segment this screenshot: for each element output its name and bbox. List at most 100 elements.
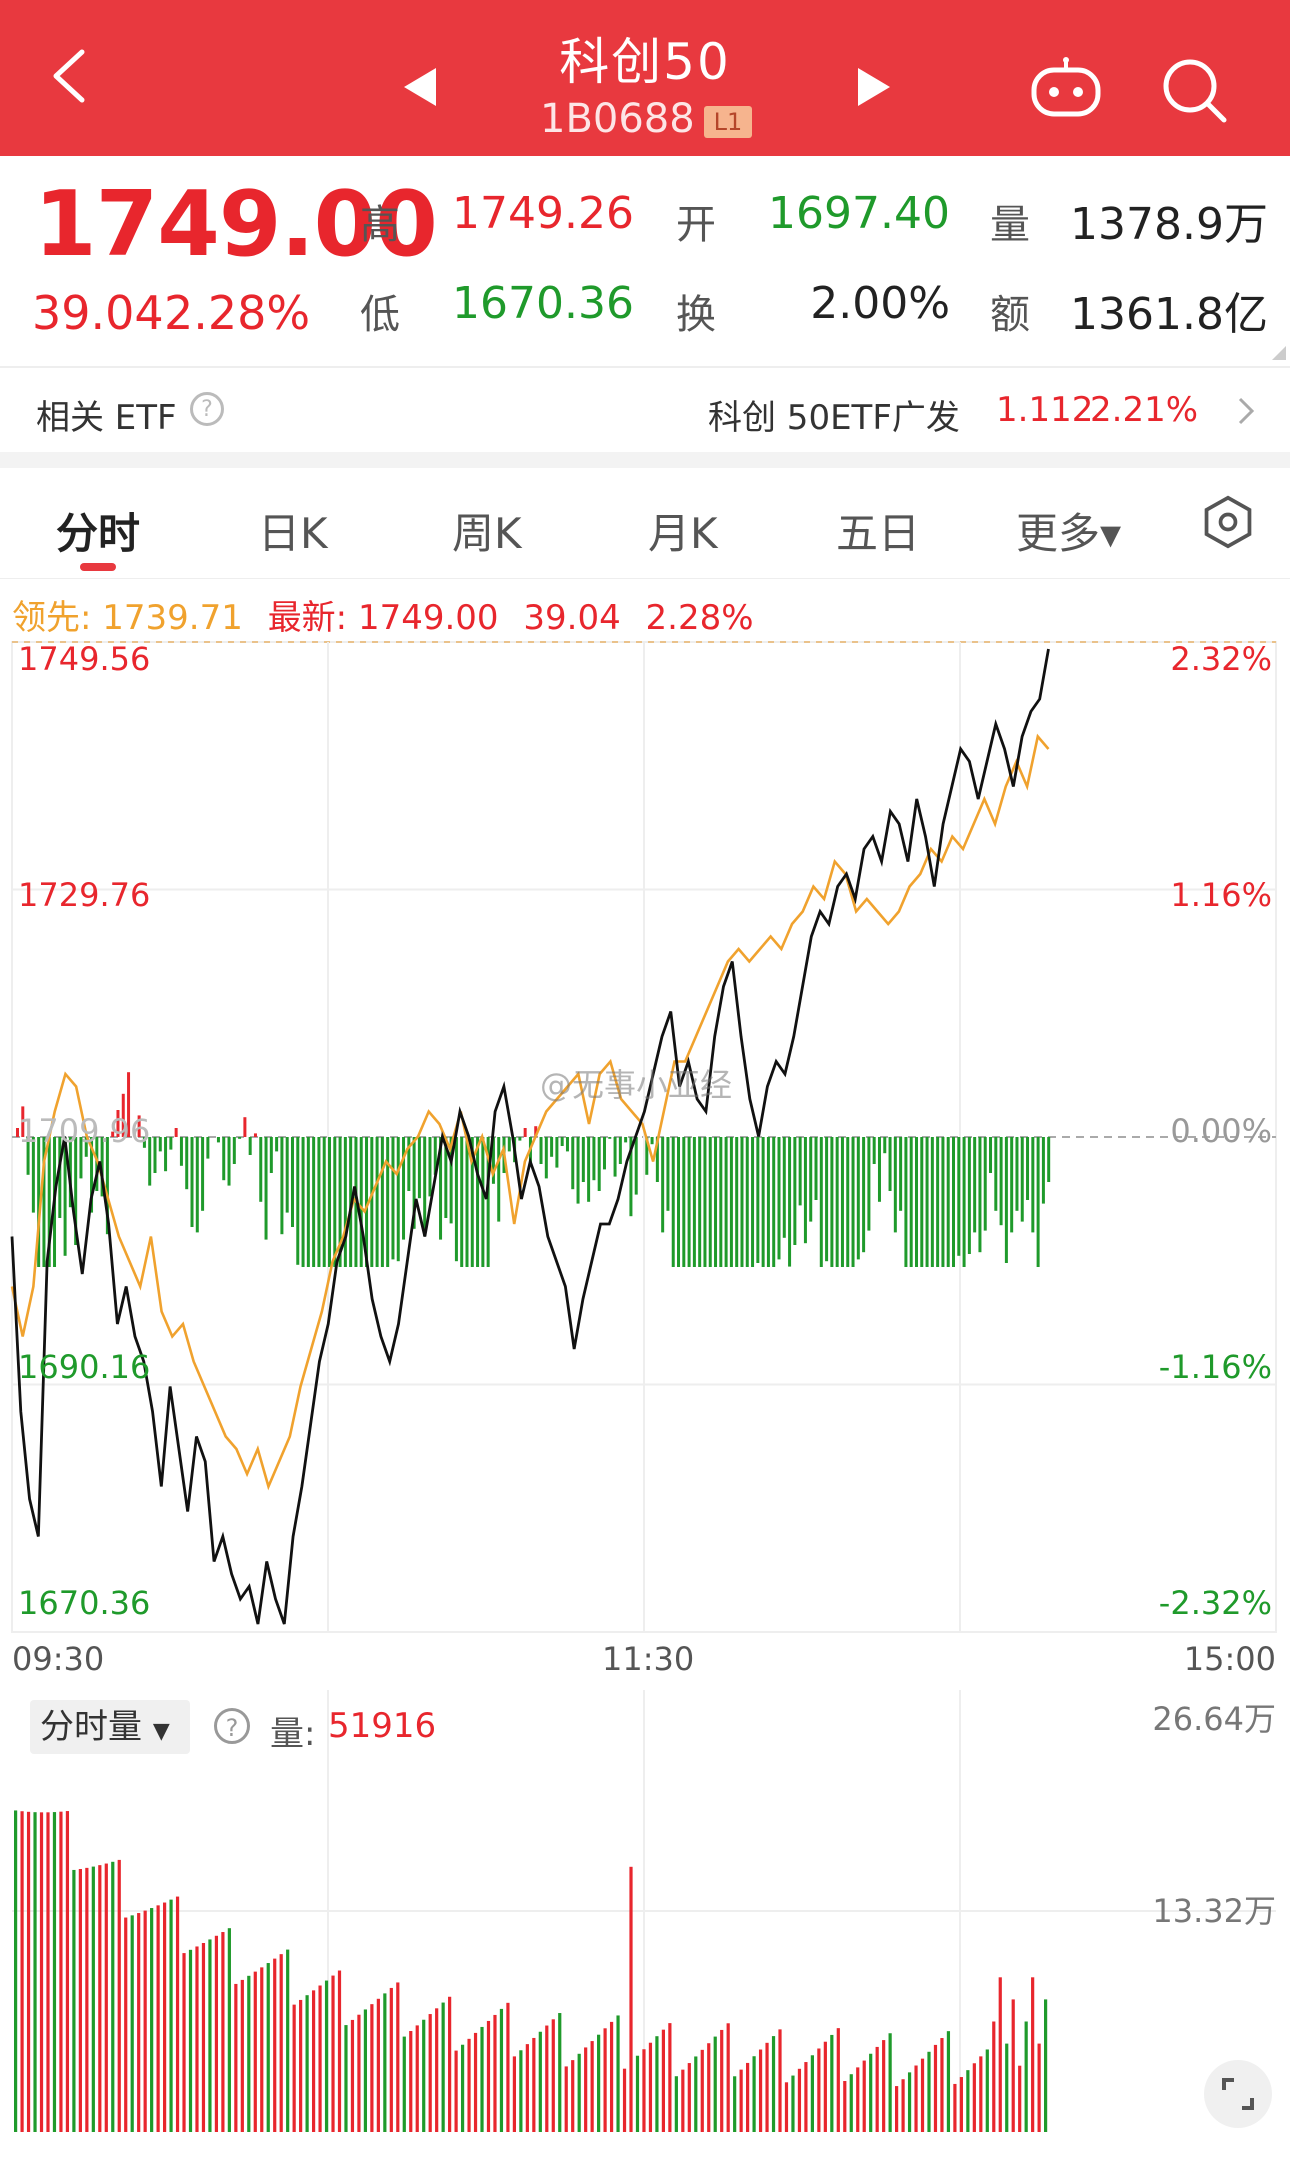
volume-bar: [778, 2029, 782, 2132]
volume-bar: [979, 2056, 983, 2132]
tab-more[interactable]: 更多▾: [1016, 500, 1121, 561]
breadth-bar: [534, 1126, 538, 1137]
breadth-bar: [1036, 1137, 1040, 1267]
volume-bar: [46, 1812, 50, 2132]
volume-bar: [862, 2060, 866, 2132]
volume-bar: [635, 2055, 640, 2132]
breadth-bar: [153, 1137, 157, 1173]
low-value: 1670.36: [452, 278, 634, 329]
volume-bar: [616, 2015, 620, 2132]
tab-five-day[interactable]: 五日: [836, 500, 920, 561]
active-tab-indicator: [80, 563, 116, 571]
volume-bar: [914, 2065, 918, 2132]
volume-bar: [26, 1811, 31, 2132]
y-pct-upper: 1.16%: [1170, 876, 1272, 914]
volume-label: 量: [990, 202, 1030, 248]
volume-bar: [292, 2004, 296, 2132]
volume-bar: [584, 2047, 588, 2132]
breadth-bar: [740, 1137, 744, 1267]
breadth-bar: [983, 1137, 987, 1231]
high-label: 高: [360, 202, 400, 248]
robot-assistant-icon[interactable]: [1028, 56, 1104, 120]
volume-bar: [940, 2038, 944, 2132]
breadth-bar: [782, 1137, 786, 1238]
breadth-bar: [587, 1137, 591, 1202]
breadth-bar: [264, 1137, 268, 1240]
volume-bar: [33, 1812, 37, 2132]
search-icon[interactable]: [1160, 56, 1230, 126]
y-label-lower: 1690.16: [18, 1348, 151, 1386]
breadth-bar: [1004, 1137, 1008, 1263]
volume-bar: [784, 2082, 789, 2132]
volume-bar: [493, 2014, 497, 2132]
breadth-bar: [174, 1128, 178, 1137]
breadth-bar: [909, 1137, 913, 1267]
breadth-bar: [772, 1137, 776, 1267]
tab-intraday[interactable]: 分时: [56, 500, 140, 561]
breadth-bar: [365, 1137, 369, 1267]
volume-bar: [370, 2004, 374, 2132]
volume-bar: [998, 1977, 1002, 2132]
breadth-bar: [650, 1137, 654, 1145]
breadth-bar: [655, 1137, 659, 1182]
volume-bar: [551, 2019, 555, 2132]
tab-weekly-k[interactable]: 周K: [452, 500, 522, 561]
volume-bar: [603, 2028, 607, 2132]
fullscreen-button[interactable]: [1204, 2060, 1272, 2128]
breadth-bar: [846, 1137, 850, 1267]
tab-daily-k[interactable]: 日K: [258, 500, 328, 561]
breadth-bar: [285, 1137, 289, 1213]
breadth-bar: [682, 1137, 686, 1267]
y-pct-lower: -1.16%: [1158, 1348, 1272, 1386]
volume-bar: [156, 1905, 160, 2132]
y-pct-high: 2.32%: [1170, 640, 1272, 678]
breadth-bar: [428, 1137, 432, 1197]
volume-bar: [221, 1932, 225, 2132]
breadth-bar: [190, 1137, 194, 1227]
breadth-bar: [703, 1137, 707, 1267]
help-icon[interactable]: ?: [190, 392, 224, 426]
related-etf-row[interactable]: 相关 ETF ? 科创 50ETF广发 1.112 2.21%: [0, 368, 1290, 456]
y-pct-low: -2.32%: [1158, 1584, 1272, 1622]
breadth-bar: [761, 1137, 765, 1267]
breadth-bar: [412, 1137, 416, 1229]
breadth-bar: [967, 1137, 971, 1254]
breadth-bar: [42, 1137, 46, 1267]
volume-bar: [771, 2036, 776, 2132]
volume-bar: [959, 2077, 963, 2132]
breadth-bar: [597, 1137, 601, 1191]
volume-help-icon[interactable]: ?: [214, 1708, 250, 1744]
volume-bar: [428, 2014, 432, 2132]
volume-bar: [435, 2008, 439, 2132]
volume-bar: [273, 1958, 277, 2132]
volume-bar: [331, 1975, 335, 2132]
volume-bar: [1031, 1977, 1035, 2132]
breadth-bar: [539, 1137, 543, 1164]
volume-bar: [104, 1863, 108, 2132]
breadth-bar: [719, 1137, 723, 1267]
y-label-upper: 1729.76: [18, 876, 151, 914]
volume-bar: [39, 1812, 44, 2132]
breadth-bar: [555, 1137, 559, 1168]
header-bar: 科创50 1B0688 L1: [0, 0, 1290, 156]
breadth-bar: [444, 1137, 448, 1218]
next-index-icon[interactable]: [858, 68, 890, 106]
tab-monthly-k[interactable]: 月K: [648, 500, 718, 561]
breadth-bar: [814, 1137, 818, 1200]
breadth-bar: [454, 1137, 458, 1262]
volume-bar: [486, 2020, 491, 2132]
volume-bar: [700, 2049, 704, 2132]
breadth-bar: [1026, 1137, 1030, 1200]
breadth-bar: [370, 1137, 374, 1267]
chart-frame: [11, 641, 1277, 1633]
breadth-bar: [216, 1137, 220, 1143]
volume-selector[interactable]: 分时量 ▼: [30, 1700, 190, 1754]
volume-bar: [707, 2043, 711, 2132]
breadth-bar: [74, 1137, 78, 1245]
vol-axis-mid: 13.32万: [1152, 1892, 1276, 1930]
volume-bar: [694, 2056, 698, 2132]
breadth-bar: [227, 1137, 231, 1186]
settings-hexagon-icon[interactable]: [1200, 494, 1256, 550]
etf-name: 科创 50ETF广发: [708, 398, 960, 438]
breadth-bar: [296, 1137, 300, 1265]
